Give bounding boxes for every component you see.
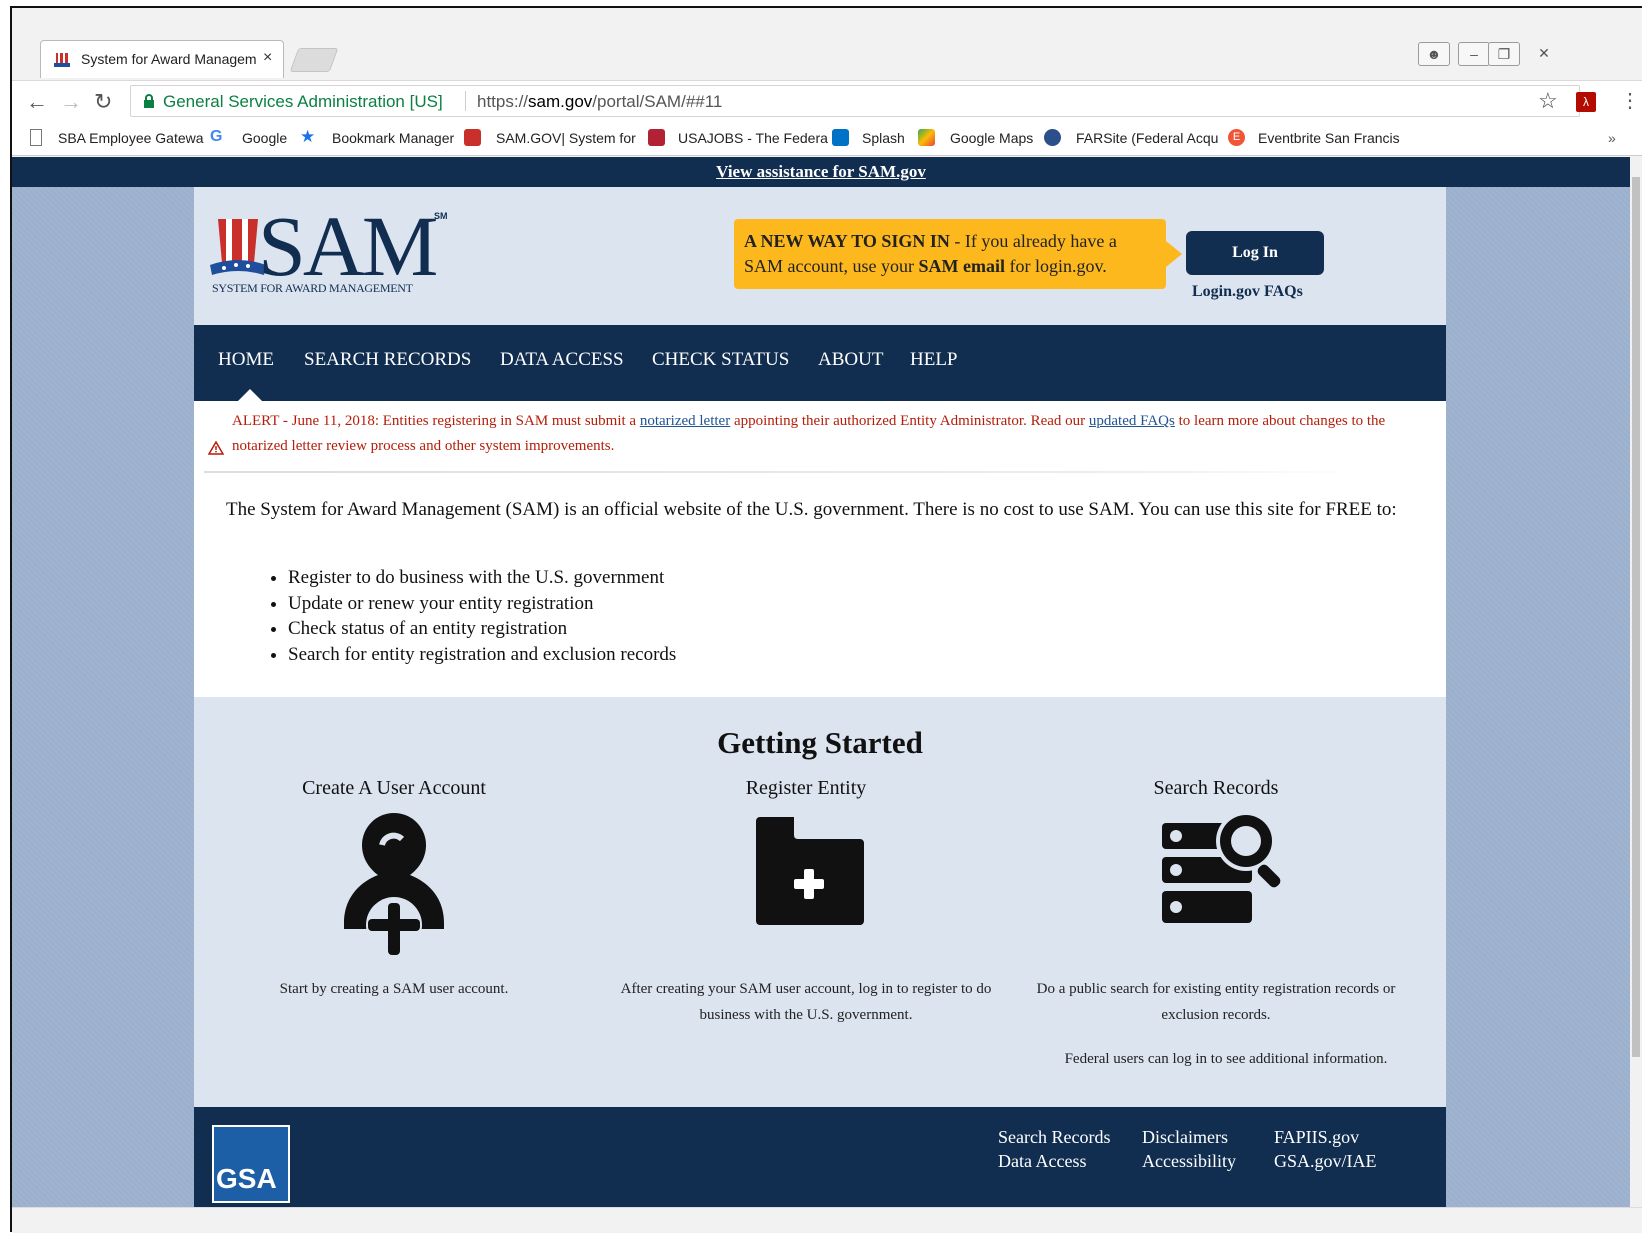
eventbrite-icon: E [1228,129,1245,146]
google-icon: G [210,128,223,145]
bookmark-splash[interactable]: Splash [862,130,905,146]
main-container: SAM SM SYSTEM FOR AWARD MANAGEMENT A NEW… [194,187,1446,1207]
intro-section: The System for Award Management (SAM) is… [194,473,1446,697]
bookmarks-bar: SBA Employee Gatewa G Google ★ Bookmark … [12,122,1642,156]
notarized-letter-link[interactable]: notarized letter [640,413,730,429]
bookmark-google[interactable]: Google [242,130,287,146]
bookmarks-overflow-button[interactable]: » [1608,130,1616,146]
nav-check-status[interactable]: CHECK STATUS [652,349,789,371]
card-description: After creating your SAM user account, lo… [620,981,992,1023]
card-heading[interactable]: Register Entity [606,777,1006,800]
federal-users-note: Federal users can log in to see addition… [1064,1051,1388,1067]
star-icon: ★ [300,127,316,146]
footer-link-accessibility[interactable]: Accessibility [1142,1151,1236,1172]
list-item: Check status of an entity registration [288,616,676,642]
list-item: Register to do business with the U.S. go… [288,565,676,591]
card-description: Do a public search for existing entity r… [1036,981,1396,1023]
database-search-icon[interactable] [1160,805,1286,925]
bookmark-star-icon[interactable]: ☆ [1538,88,1558,114]
bookmark-maps[interactable]: Google Maps [950,130,1033,146]
nav-data-access[interactable]: DATA ACCESS [500,349,624,371]
search-records-card[interactable]: Search Records Do a public search for ex… [1016,777,1416,1067]
card-heading[interactable]: Search Records [1016,777,1416,800]
logo-subtitle: SYSTEM FOR AWARD MANAGEMENT [212,281,413,295]
user-add-icon[interactable] [342,811,446,957]
url-text: https://sam.gov/portal/SAM/##11 [477,92,723,111]
farsite-icon [1044,129,1061,146]
profile-icon[interactable]: ☻ [1418,42,1450,66]
minimize-button[interactable]: – [1458,42,1490,66]
footer-link-data-access[interactable]: Data Access [998,1151,1086,1172]
alert-banner: ALERT - June 11, 2018: Entities register… [194,401,1446,473]
warning-icon [208,441,224,455]
tab-title: System for Award Managem [81,51,257,67]
vertical-scrollbar[interactable] [1630,157,1642,1207]
address-bar[interactable]: General Services Administration [US] htt… [130,85,1580,117]
usajobs-icon [648,129,665,146]
page-icon [30,129,42,146]
login-button[interactable]: Log In [1186,231,1324,275]
active-nav-indicator [238,389,262,401]
updated-faqs-link[interactable]: updated FAQs [1089,413,1175,429]
sam-hat-icon [54,53,70,67]
card-heading[interactable]: Create A User Account [194,777,594,800]
nav-home[interactable]: HOME [218,349,274,371]
back-icon[interactable]: ← [26,89,48,115]
nav-about[interactable]: ABOUT [818,349,883,371]
site-header: SAM SM SYSTEM FOR AWARD MANAGEMENT A NEW… [194,187,1446,325]
login-faq-link[interactable]: Login.gov FAQs [1192,283,1303,301]
notice-arrow [1166,241,1182,267]
sam-hat-icon [464,129,481,146]
toolbar: ← → ↻ General Services Administration [U… [12,80,1642,122]
tab-close-button[interactable]: × [263,49,272,67]
close-window-button[interactable]: ✕ [1528,42,1560,66]
nav-search-records[interactable]: SEARCH RECORDS [304,349,471,371]
getting-started-title: Getting Started [717,725,923,760]
bookmark-sba[interactable]: SBA Employee Gatewa [58,130,204,146]
bookmark-eventbrite[interactable]: Eventbrite San Francis [1258,130,1400,146]
new-tab-button[interactable] [289,48,339,72]
site-footer: GSA Search Records Data Access Disclaime… [194,1107,1446,1207]
download-bar [12,1207,1642,1233]
footer-link-fapiis[interactable]: FAPIIS.gov [1274,1127,1359,1148]
scrollbar-thumb[interactable] [1632,177,1640,1057]
gsa-logo[interactable]: GSA [212,1125,290,1203]
service-mark: SM [434,211,448,221]
pdf-extension-icon[interactable]: λ [1576,92,1596,112]
create-account-card[interactable]: Create A User Account Start by creating … [194,777,594,997]
main-nav: HOME SEARCH RECORDS DATA ACCESS CHECK ST… [194,325,1446,401]
lock-icon [144,94,154,108]
folder-add-icon[interactable] [754,817,864,925]
footer-link-gsa-iae[interactable]: GSA.gov/IAE [1274,1151,1377,1172]
assistance-banner: View assistance for SAM.gov [12,157,1630,187]
card-description: Start by creating a SAM user account. [279,981,509,997]
tab-strip: System for Award Managem × ☻ – ❐ ✕ [12,40,1642,78]
bookmark-sam[interactable]: SAM.GOV| System for [496,130,636,146]
alert-text: ALERT - June 11, 2018: Entities register… [232,413,1386,454]
bookmark-farsite[interactable]: FARSite (Federal Acqu [1076,130,1218,146]
sign-in-notice: A NEW WAY TO SIGN IN - If you already ha… [734,219,1166,289]
forward-icon[interactable]: → [60,89,82,115]
footer-link-search-records[interactable]: Search Records [998,1127,1110,1148]
omnibox-separator [465,91,466,111]
intro-paragraph: The System for Award Management (SAM) is… [226,499,1397,520]
page-viewport: View assistance for SAM.gov SAM SM SYSTE… [12,157,1630,1207]
assistance-link[interactable]: View assistance for SAM.gov [716,162,926,181]
menu-icon[interactable]: ⋮ [1620,88,1640,113]
site-identity: General Services Administration [US] [163,92,443,111]
reload-icon[interactable]: ↻ [94,89,112,115]
nav-help[interactable]: HELP [910,349,958,371]
list-item: Search for entity registration and exclu… [288,642,676,668]
browser-tab[interactable]: System for Award Managem × [40,40,284,78]
maps-icon [918,129,935,146]
intro-list: Register to do business with the U.S. go… [288,565,676,667]
bookmark-usajobs[interactable]: USAJOBS - The Federa [678,130,828,146]
list-item: Update or renew your entity registration [288,591,676,617]
restore-button[interactable]: ❐ [1488,42,1520,66]
sharepoint-icon [832,129,849,146]
footer-link-disclaimers[interactable]: Disclaimers [1142,1127,1228,1148]
sam-logo[interactable]: SAM [258,203,438,289]
register-entity-card[interactable]: Register Entity After creating your SAM … [606,777,1006,1023]
bookmark-manager[interactable]: Bookmark Manager [332,130,454,146]
